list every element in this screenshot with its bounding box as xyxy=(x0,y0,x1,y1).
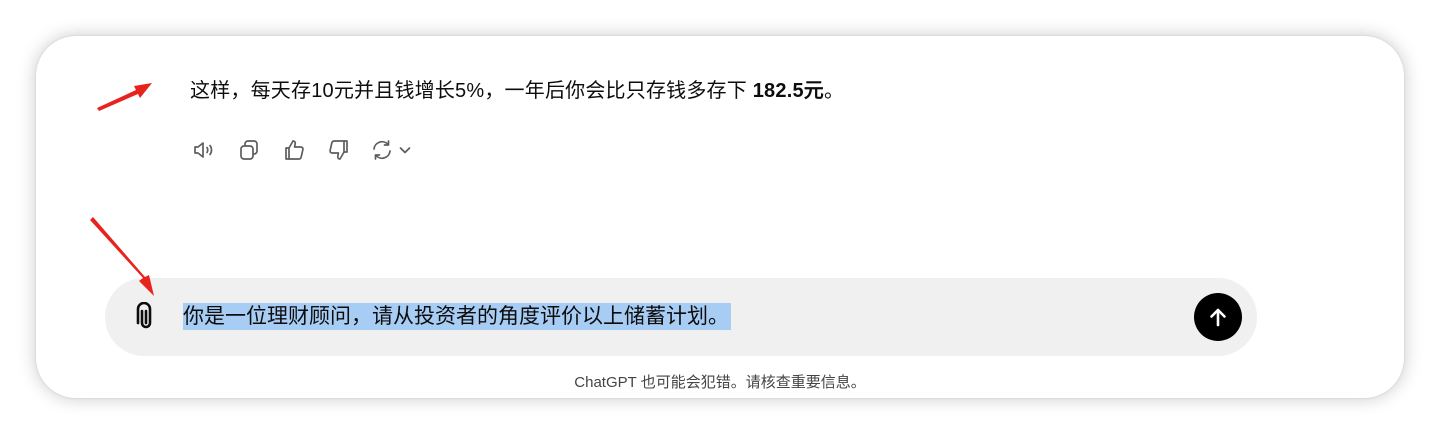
message-input[interactable]: 你是一位理财顾问，请从投资者的角度评价以上储蓄计划。 xyxy=(183,299,731,335)
message-text-end: 。 xyxy=(823,80,845,102)
regenerate-icon xyxy=(373,140,391,160)
composer: 你是一位理财顾问，请从投资者的角度评价以上储蓄计划。 xyxy=(105,278,1257,356)
disclaimer: ChatGPT 也可能会犯错。请核查重要信息。 xyxy=(574,374,866,391)
message-bold-amount: 182.5元 xyxy=(752,80,824,102)
message-text: 这样，每天存10元并且钱增长5%，一年后你会比只存钱多存下 xyxy=(190,80,753,102)
copy-button[interactable] xyxy=(235,136,263,164)
read-aloud-button[interactable] xyxy=(190,136,218,164)
message-actions xyxy=(190,136,412,164)
thumbs-up-icon xyxy=(285,140,304,160)
copy-icon xyxy=(240,140,258,160)
selected-input-text: 你是一位理财顾问，请从投资者的角度评价以上储蓄计划。 xyxy=(183,303,731,330)
thumbs-down-button[interactable] xyxy=(325,136,353,164)
thumbs-down-icon xyxy=(329,140,348,160)
regenerate-button[interactable] xyxy=(370,138,412,162)
chat-window: 这样，每天存10元并且钱增长5%，一年后你会比只存钱多存下 182.5元。 你是… xyxy=(36,36,1404,398)
assistant-message: 这样，每天存10元并且钱增长5%，一年后你会比只存钱多存下 182.5元。 xyxy=(190,74,844,103)
chevron-down-icon xyxy=(399,147,411,154)
speaker-icon xyxy=(194,142,213,158)
send-button[interactable] xyxy=(1194,293,1242,341)
thumbs-up-button[interactable] xyxy=(280,136,308,164)
attach-button[interactable] xyxy=(131,301,161,332)
arrow-up-icon xyxy=(1210,308,1226,327)
paperclip-icon xyxy=(136,301,152,329)
